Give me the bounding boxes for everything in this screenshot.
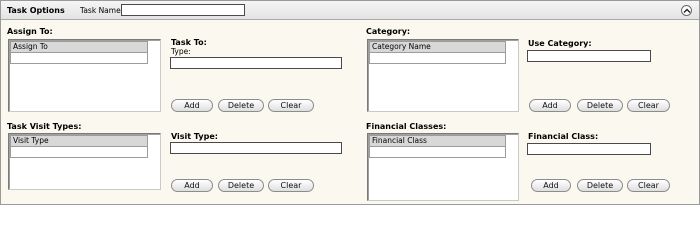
financial-classes-label: Financial Classes: [366,122,447,131]
financial-class-delete-button[interactable]: Delete [577,179,623,192]
task-options-panel: Task Options Task Name: Assign To: Assig… [0,0,700,205]
use-category-input[interactable] [527,50,651,62]
list-row[interactable] [369,53,506,64]
visit-type-label: Visit Type: [171,132,218,141]
use-category-label: Use Category: [528,39,592,48]
task-visit-types-label: Task Visit Types: [7,122,82,131]
list-row[interactable] [10,53,148,64]
list-header: Assign To [10,41,148,53]
type-label: Type: [171,47,191,56]
panel-title: Task Options [7,6,65,15]
task-to-type-input[interactable] [170,57,342,69]
category-delete-button[interactable]: Delete [577,99,623,112]
financial-classes-listbox[interactable]: Financial Class [367,133,519,201]
category-clear-button[interactable]: Clear [627,99,670,112]
list-header: Financial Class [369,135,506,147]
category-add-button[interactable]: Add [529,99,571,112]
assign-to-add-button[interactable]: Add [171,99,213,112]
task-name-label: Task Name: [80,6,124,15]
list-row[interactable] [10,147,148,158]
visit-type-input[interactable] [170,142,342,154]
assign-to-clear-button[interactable]: Clear [268,99,314,112]
assign-to-delete-button[interactable]: Delete [218,99,264,112]
collapse-button[interactable] [681,5,692,16]
financial-class-label: Financial Class: [528,132,599,141]
financial-class-input[interactable] [527,143,651,155]
visit-type-delete-button[interactable]: Delete [218,179,264,192]
category-listbox[interactable]: Category Name [367,39,519,112]
task-name-input[interactable] [121,4,245,16]
list-header: Category Name [369,41,506,53]
assign-to-label: Assign To: [7,27,53,36]
visit-types-listbox[interactable]: Visit Type [8,133,161,190]
chevron-up-icon [683,8,691,13]
visit-type-clear-button[interactable]: Clear [268,179,314,192]
category-label: Category: [366,27,411,36]
visit-type-add-button[interactable]: Add [171,179,213,192]
list-row[interactable] [369,147,506,158]
panel-header: Task Options Task Name: [1,1,699,20]
financial-class-clear-button[interactable]: Clear [627,179,670,192]
assign-to-listbox[interactable]: Assign To [8,39,161,112]
financial-class-add-button[interactable]: Add [531,179,571,192]
list-header: Visit Type [10,135,148,147]
